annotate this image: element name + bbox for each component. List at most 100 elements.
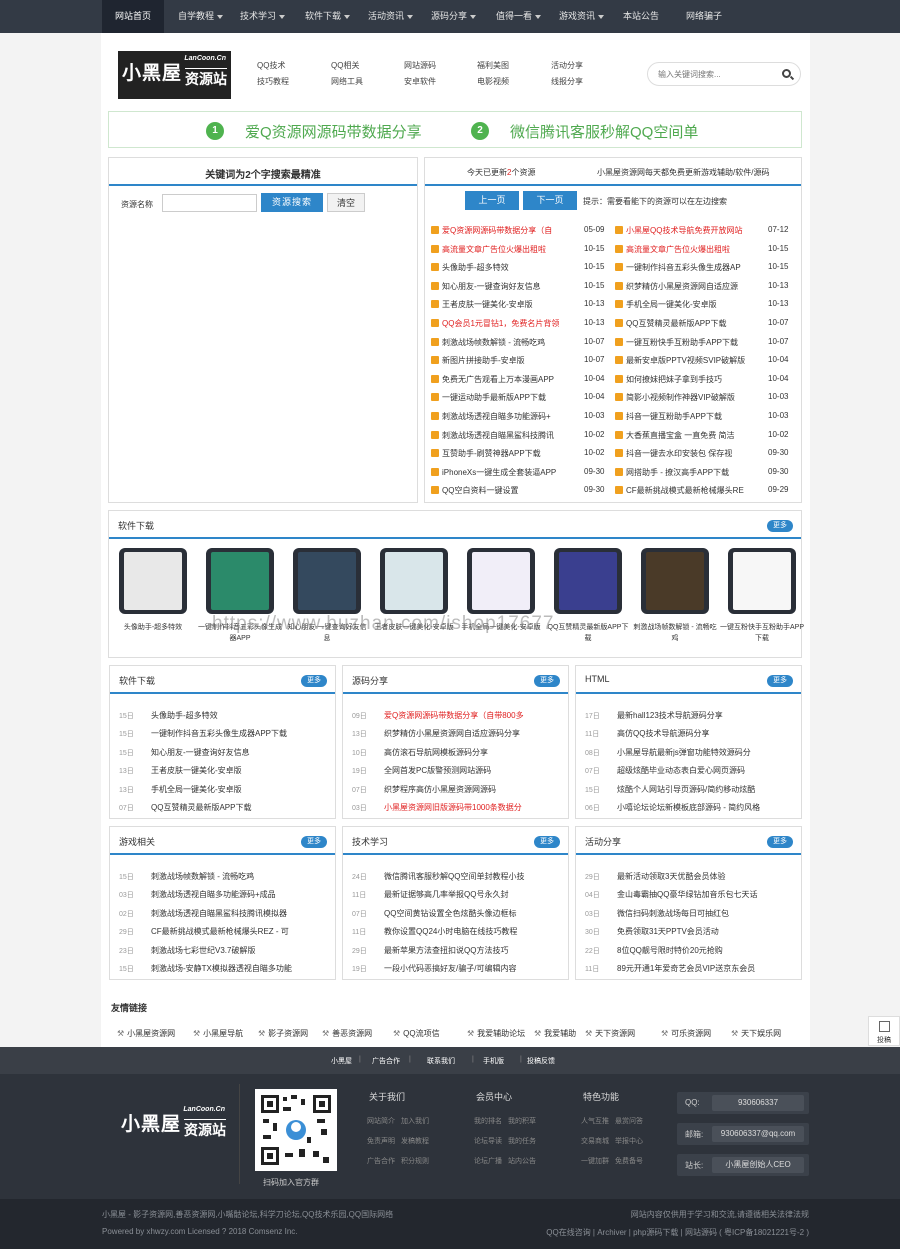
clear-button[interactable]: 清空 (327, 193, 365, 212)
bottom-link[interactable]: 手机版 (483, 1056, 504, 1066)
software-caption[interactable]: 刺激战场帧数解锁 - 流畅吃鸡 (632, 622, 718, 644)
update-link[interactable]: QQ空白资料一键设置 (442, 485, 578, 496)
list-item[interactable]: 8位QQ靓号限时特价20元抢购 (617, 945, 797, 956)
footer-link[interactable]: 论坛广播 (474, 1156, 502, 1166)
more-button[interactable]: 更多 (767, 836, 793, 848)
footer-logo[interactable]: 小黑屋 LanCoon.Cn 资源站 (117, 1102, 230, 1150)
update-link[interactable]: 知心朋友-一键查询好友信息 (442, 281, 578, 292)
list-item[interactable]: 最新证据够高几率举报QQ号永久封 (384, 889, 564, 900)
update-link[interactable]: QQ互赞精灵最新版APP下载 (626, 318, 764, 329)
header-link[interactable]: 网络工具 (331, 76, 363, 87)
list-item[interactable]: 免费领取31天PPTV会员活动 (617, 926, 797, 937)
update-link[interactable]: 王者皮肤一键美化-安卓版 (442, 299, 578, 310)
list-item[interactable]: CF最新挑战模式最新枪械爆头REZ - 可 (151, 926, 331, 937)
software-thumbnail[interactable] (554, 548, 622, 614)
update-link[interactable]: 一键互粉快手互粉助手APP下载 (626, 337, 764, 348)
list-item[interactable]: 超级炫酷毕业动态表白爱心网页源码 (617, 765, 797, 776)
list-item[interactable]: 89元开通1年爱奇艺会员VIP送京东会员 (617, 963, 797, 974)
nav-item[interactable]: 源码分享 (420, 0, 481, 33)
list-item[interactable]: 织梦程序高仿小黑屋资源网源码 (384, 784, 564, 795)
more-button[interactable]: 更多 (767, 675, 793, 687)
nav-item[interactable]: 软件下载 (294, 0, 353, 33)
more-button[interactable]: 更多 (767, 520, 793, 532)
footer-link[interactable]: 悬赏问答 (615, 1116, 643, 1126)
header-link[interactable]: 线报分享 (551, 76, 583, 87)
contact-value[interactable]: 930606337 (712, 1095, 804, 1111)
prev-page-button[interactable]: 上一页 (465, 191, 519, 210)
header-link[interactable]: 网站源码 (404, 60, 436, 71)
update-link[interactable]: 最新安卓版PPTV视频SVIP破解版 (626, 355, 764, 366)
friend-link[interactable]: ⚒ 天下资源网 (585, 1028, 635, 1039)
nav-item[interactable]: 活动资讯 (357, 0, 416, 33)
list-item[interactable]: 爱Q资源网源码带数据分享（自带800多 (384, 710, 564, 721)
search-input[interactable] (658, 67, 776, 81)
update-link[interactable]: 简影小视频制作神器VIP破解版 (626, 392, 764, 403)
list-item[interactable]: 刺激战场透视自瞄黑鲨科技腾讯模拟器 (151, 908, 331, 919)
update-link[interactable]: 抖音一键互粉助手APP下载 (626, 411, 764, 422)
update-link[interactable]: 头像助手-超多特效 (442, 262, 578, 273)
header-link[interactable]: 安卓软件 (404, 76, 436, 87)
friend-link[interactable]: ⚒ 善恶资源网 (322, 1028, 372, 1039)
list-item[interactable]: 高仿QQ技术导航源码分享 (617, 728, 797, 739)
update-link[interactable]: 手机全局一键美化-安卓版 (626, 299, 764, 310)
friend-link[interactable]: ⚒ 我爱辅助论坛 (467, 1028, 525, 1039)
nav-item[interactable]: 网站首页 (102, 0, 164, 33)
update-link[interactable]: 大香蕉直播宝盒 一直免费 简洁 (626, 430, 764, 441)
update-link[interactable]: 小黑屋QQ技术导航免费开放网站 (626, 225, 764, 236)
software-thumbnail[interactable] (728, 548, 796, 614)
update-link[interactable]: 一键制作抖音五彩头像生成器AP (626, 262, 764, 273)
software-thumbnail[interactable] (206, 548, 274, 614)
update-link[interactable]: 新图片拼接助手-安卓版 (442, 355, 578, 366)
nav-item[interactable]: 技术学习 (229, 0, 289, 33)
footer-link[interactable]: 论坛导读 (474, 1136, 502, 1146)
update-link[interactable]: 互赞助手-刷赞神器APP下载 (442, 448, 578, 459)
list-item[interactable]: 头像助手-超多特效 (151, 710, 331, 721)
header-link[interactable]: 活动分享 (551, 60, 583, 71)
friend-link[interactable]: ⚒ 天下娱乐网 (731, 1028, 781, 1039)
more-button[interactable]: 更多 (534, 836, 560, 848)
nav-item[interactable]: 网络骗子 (675, 0, 735, 33)
footer-link[interactable]: 加入我们 (401, 1116, 429, 1126)
update-link[interactable]: CF最新挑战模式最新枪械爆头RE (626, 485, 764, 496)
search-icon[interactable] (782, 69, 791, 78)
list-item[interactable]: 手机全局一键美化-安卓版 (151, 784, 331, 795)
list-item[interactable]: 一键制作抖音五彩头像生成器APP下载 (151, 728, 331, 739)
list-item[interactable]: 微信腾讯客服秒解QQ空间单封教程小技 (384, 871, 564, 882)
software-caption[interactable]: 头像助手-超多特效 (110, 622, 196, 633)
list-item[interactable]: 刺激战场七彩世纪V3.7破解版 (151, 945, 331, 956)
update-link[interactable]: 抖音一键去水印安装包 保存视 (626, 448, 764, 459)
list-item[interactable]: 知心朋友-一键查询好友信息 (151, 747, 331, 758)
footer-link[interactable]: 积分规则 (401, 1156, 429, 1166)
footer-link[interactable]: 免费备号 (615, 1156, 643, 1166)
footer-link[interactable]: 举报中心 (615, 1136, 643, 1146)
software-thumbnail[interactable] (467, 548, 535, 614)
footer-icp[interactable]: QQ在线咨询 | Archiver | php源码下载 | 网站源码 ( 粤IC… (546, 1227, 809, 1238)
footer-link[interactable]: 免责声明 (367, 1136, 395, 1146)
more-button[interactable]: 更多 (534, 675, 560, 687)
friend-link[interactable]: ⚒ 我爱辅助 (534, 1028, 576, 1039)
nav-item[interactable]: 游戏资讯 (548, 0, 608, 33)
bottom-link[interactable]: 小黑屋 (331, 1056, 352, 1066)
update-link[interactable]: 高流量文章广告位火爆出租啦 (442, 244, 578, 255)
friend-link[interactable]: ⚒ 小黑屋导航 (193, 1028, 243, 1039)
list-item[interactable]: 教你设置QQ24小时电脑在线技巧教程 (384, 926, 564, 937)
contact-value[interactable]: 930606337@qq.com (712, 1126, 804, 1142)
update-link[interactable]: 高流量文章广告位火爆出租啦 (626, 244, 764, 255)
list-item[interactable]: 刺激战场透视自瞄多功能源码+成品 (151, 889, 331, 900)
list-item[interactable]: 最新活动领取3天优酷会员体验 (617, 871, 797, 882)
list-item[interactable]: 小黑屋资源网旧版源码带1000条数据分 (384, 802, 564, 813)
contact-value[interactable]: 小黑屋创始人CEO (712, 1157, 804, 1173)
nav-item[interactable]: 本站公告 (612, 0, 667, 33)
software-thumbnail[interactable] (293, 548, 361, 614)
list-item[interactable]: 王者皮肤一键美化-安卓版 (151, 765, 331, 776)
friend-link[interactable]: ⚒ 可乐资源网 (661, 1028, 711, 1039)
header-link[interactable]: QQ技术 (257, 60, 285, 71)
feedback-button[interactable]: 投稿 (868, 1016, 900, 1046)
nav-item[interactable]: 自学教程 (167, 0, 225, 33)
footer-link[interactable]: 网站简介 (367, 1116, 395, 1126)
list-item[interactable]: 织梦精仿小黑屋资源网自适应源码分享 (384, 728, 564, 739)
update-link[interactable]: iPhoneXs一键生成全套装逼APP (442, 467, 578, 478)
site-logo[interactable]: 小黑屋 LanCoon.Cn 资源站 (118, 51, 231, 99)
list-item[interactable]: 小黑屋导航最新js弹窗功能特效源码分 (617, 747, 797, 758)
footer-sites[interactable]: 小黑屋 - 影子资源网,善恶资源网,小嘴骷论坛,科学刀论坛,QQ技术乐园,QQ国… (102, 1209, 393, 1220)
